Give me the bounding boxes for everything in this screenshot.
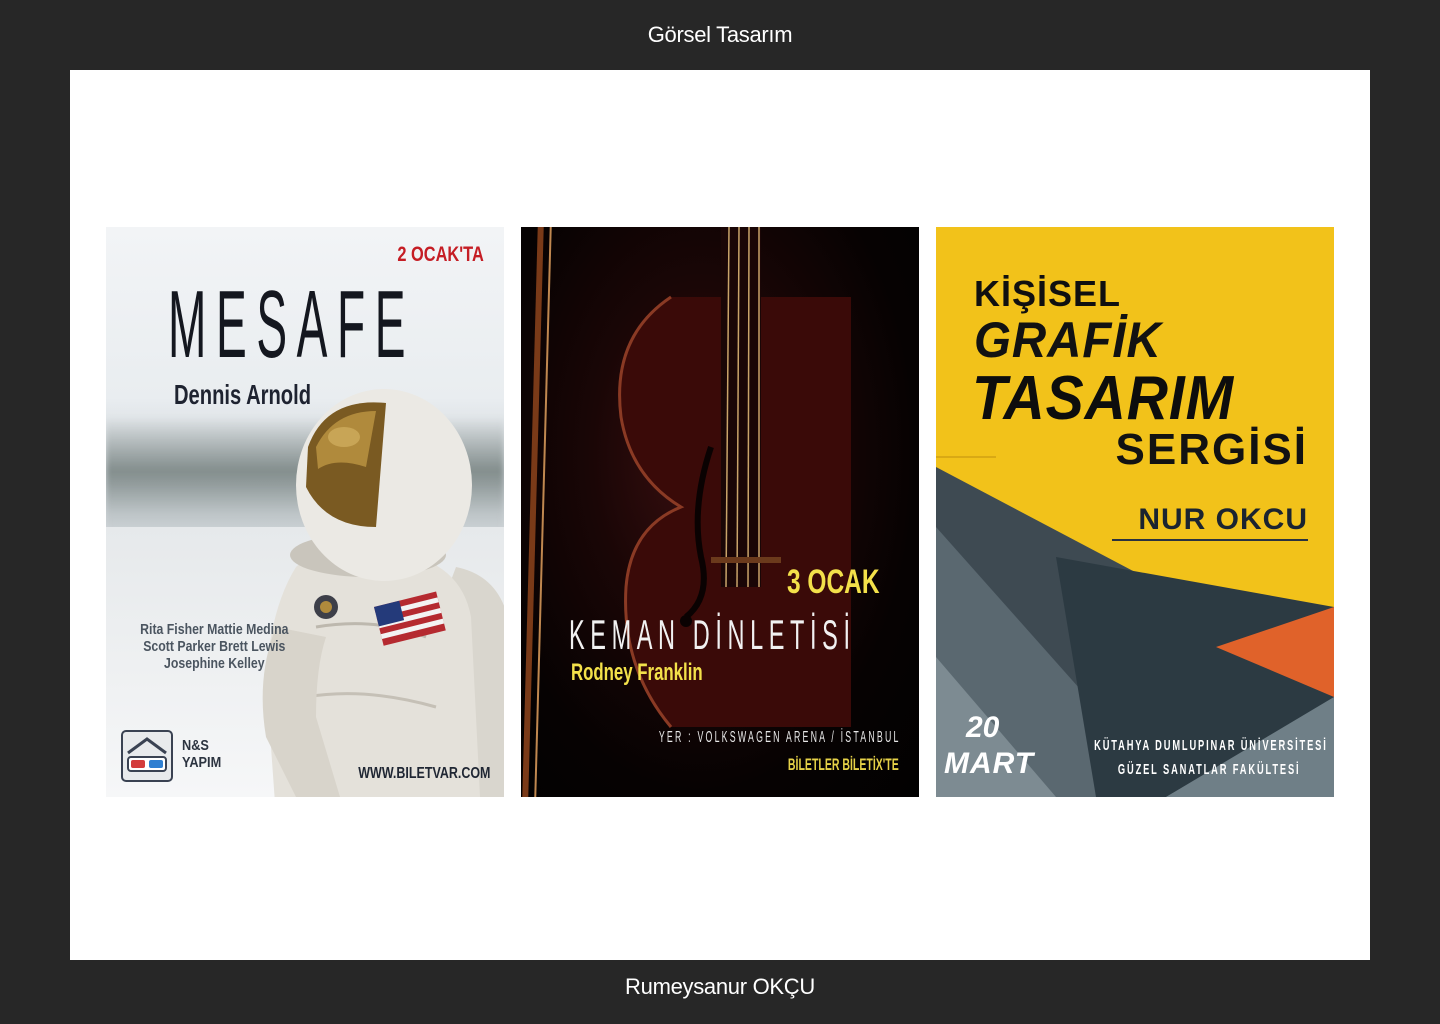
ticket-url: WWW.BILETVAR.COM	[357, 765, 490, 782]
movie-title: MESAFE	[168, 271, 416, 378]
exhibition-day: 20	[966, 711, 1000, 744]
university-name: KÜTAHYA DUMLUPINAR ÜNİVERSİTESİ	[1094, 737, 1328, 754]
poster-mesafe[interactable]: 2 OCAK'TA MESAFE Dennis Arnold Rita Fish…	[106, 227, 504, 797]
3d-glasses-logo-icon	[121, 730, 173, 782]
tickets-text: BİLETLER BİLETİX'TE	[788, 755, 899, 774]
producer-label: N&S YAPIM	[182, 737, 221, 771]
gallery-canvas: 2 OCAK'TA MESAFE Dennis Arnold Rita Fish…	[70, 70, 1370, 960]
producer-name: N&S	[182, 737, 209, 754]
exhibition-title-line-3: TASARIM	[972, 364, 1235, 433]
concert-title: KEMAN DİNLETİSİ	[569, 611, 856, 658]
page-title: Görsel Tasarım	[647, 22, 793, 47]
faculty-name: GÜZEL SANATLAR FAKÜLTESİ	[1117, 761, 1300, 778]
concert-date: 3 OCAK	[787, 563, 880, 601]
release-date: 2 OCAK'TA	[397, 243, 484, 266]
astronaut-illustration	[262, 389, 504, 797]
cast-list: Rita Fisher Mattie Medina Scott Parker B…	[120, 621, 309, 672]
cast-line: Josephine Kelley	[164, 655, 265, 672]
director-name: Dennis Arnold	[174, 379, 312, 410]
exhibition-author: NUR OKCU	[1138, 503, 1308, 536]
producer-suffix: YAPIM	[182, 754, 222, 771]
poster-keman-dinletisi[interactable]: 3 OCAK KEMAN DİNLETİSİ Rodney Franklin Y…	[521, 227, 919, 797]
artist-name: Rodney Franklin	[571, 659, 703, 686]
cast-line: Rita Fisher Mattie Medina	[140, 621, 289, 638]
venue-text: YER : VOLKSWAGEN ARENA / İSTANBUL	[659, 729, 901, 746]
author-underline	[1112, 539, 1308, 541]
exhibition-title-line-2: GRAFİK	[974, 312, 1162, 368]
cast-line: Scott Parker Brett Lewis	[143, 638, 286, 655]
exhibition-title-line-1: KİŞİSEL	[974, 273, 1122, 314]
poster-grafik-tasarim-sergisi[interactable]: KİŞİSEL GRAFİK TASARIM SERGİSİ NUR OKCU …	[936, 227, 1334, 797]
author-name: Rumeysanur OKÇU	[625, 974, 815, 999]
exhibition-title-line-4: SERGİSİ	[1115, 425, 1308, 474]
exhibition-month: MART	[944, 747, 1035, 780]
violin-illustration	[522, 227, 851, 797]
